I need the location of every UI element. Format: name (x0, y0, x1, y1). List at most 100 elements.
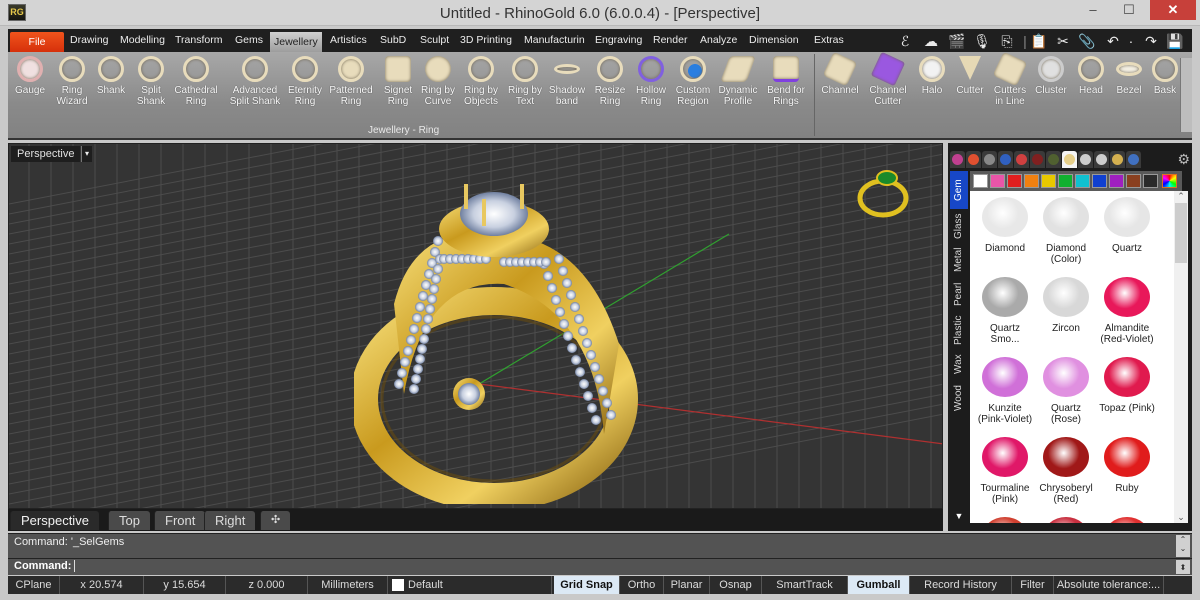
panel-tab[interactable] (982, 151, 997, 168)
panel-tab[interactable] (1062, 151, 1077, 168)
gem-item[interactable]: Quartz (1096, 197, 1158, 254)
ring-by-curve-button[interactable]: Ring by Curve (418, 56, 458, 107)
tab-wax[interactable]: Wax (950, 351, 968, 377)
panel-tab[interactable] (1126, 151, 1141, 168)
toggle-smarttrack[interactable]: SmartTrack (762, 576, 848, 594)
redo-icon[interactable]: ↷ (1142, 32, 1160, 50)
ring-by-objects-button[interactable]: Ring by Objects (461, 56, 501, 107)
cluster-button[interactable]: Cluster (1032, 56, 1070, 96)
ring-wizard-button[interactable]: Ring Wizard (52, 56, 92, 107)
gem-item[interactable]: Ruby (1096, 437, 1158, 494)
menu-analyze[interactable]: Analyze (696, 29, 741, 52)
gauge-button[interactable]: Gauge (10, 56, 50, 96)
menu-dimension[interactable]: Dimension (745, 29, 803, 52)
undo-icon[interactable]: ↶ (1104, 32, 1122, 50)
toggle-gumball[interactable]: Gumball (848, 576, 910, 594)
tab-perspective[interactable]: Perspective (10, 511, 99, 530)
tab-glass[interactable]: Glass (950, 211, 968, 241)
bend-for-rings-button[interactable]: Bend for Rings (764, 56, 808, 107)
cut-icon[interactable]: ✂ (1054, 32, 1072, 50)
advanced-split-shank-button[interactable]: Advanced Split Shank (228, 56, 282, 107)
units-status[interactable]: Millimeters (308, 576, 388, 594)
command-spinner[interactable]: ⬍ (1176, 560, 1190, 574)
panel-tab[interactable] (1094, 151, 1109, 168)
command-line[interactable]: Command: ⬍ (8, 558, 1192, 575)
gem-item[interactable] (974, 517, 1036, 523)
scroll-thumb[interactable] (1175, 203, 1187, 263)
tab-plastic[interactable]: Plastic (950, 313, 968, 347)
channel-button[interactable]: Channel (818, 51, 862, 96)
color-swatch[interactable] (1109, 174, 1124, 188)
color-swatch[interactable] (1024, 174, 1039, 188)
add-viewport-tab-button[interactable]: ✣ (260, 511, 291, 530)
panel-tab[interactable] (1078, 151, 1093, 168)
ribbon-scroll-right[interactable] (1180, 58, 1192, 132)
color-swatch[interactable] (1041, 174, 1056, 188)
color-swatch[interactable] (973, 174, 988, 188)
color-swatch[interactable] (990, 174, 1005, 188)
menu-subd[interactable]: SubD (376, 29, 410, 52)
save-icon[interactable]: 💾 (1166, 32, 1184, 50)
menu-render[interactable]: Render (649, 29, 691, 52)
cutters-in-line-button[interactable]: Cutters in Line (990, 51, 1030, 107)
gear-icon[interactable]: ⚙ (1177, 151, 1190, 168)
layer-status[interactable]: Default (388, 576, 552, 594)
basket-button[interactable]: Bask (1150, 56, 1180, 96)
toggle-osnap[interactable]: Osnap (710, 576, 762, 594)
menu-jewellery[interactable]: Jewellery (270, 32, 322, 52)
menu-modelling[interactable]: Modelling (116, 29, 169, 52)
gem-item[interactable]: Diamond (974, 197, 1036, 254)
menu-gems[interactable]: Gems (231, 29, 267, 52)
shadow-band-button[interactable]: Shadow band (546, 56, 588, 107)
shank-button[interactable]: Shank (92, 56, 130, 96)
custom-region-button[interactable]: Custom Region (672, 56, 714, 107)
ring-model[interactable] (354, 164, 654, 504)
color-swatch[interactable] (1075, 174, 1090, 188)
ring-by-text-button[interactable]: Ring by Text (505, 56, 545, 107)
menu-manufacturing[interactable]: Manufacturin (520, 29, 589, 52)
menu-drawing[interactable]: Drawing (66, 29, 113, 52)
tab-metal[interactable]: Metal (950, 245, 968, 275)
clapperboard-icon[interactable]: 🎬 (948, 32, 966, 50)
signet-ring-button[interactable]: Signet Ring (378, 56, 418, 107)
menu-sculpt[interactable]: Sculpt (416, 29, 453, 52)
side-tabs-scroll-down[interactable]: ▼ (950, 507, 968, 523)
menu-file[interactable]: File (10, 32, 64, 52)
toggle-planar[interactable]: Planar (664, 576, 710, 594)
panel-tab[interactable] (1014, 151, 1029, 168)
tolerance-status[interactable]: Absolute tolerance:... (1054, 576, 1164, 594)
cathedral-ring-button[interactable]: Cathedral Ring (171, 56, 221, 107)
tab-pearl[interactable]: Pearl (950, 279, 968, 309)
channel-cutter-button[interactable]: Channel Cutter (866, 51, 910, 107)
gem-item[interactable]: Tourmaline (Pink) (974, 437, 1036, 505)
head-button[interactable]: Head (1074, 56, 1108, 96)
viewport-menu-dropdown[interactable]: ▾ (81, 146, 92, 162)
gem-item[interactable]: Kunzite (Pink-Violet) (974, 357, 1036, 425)
menu-3d-printing[interactable]: 3D Printing (456, 29, 516, 52)
viewport-title[interactable]: Perspective (11, 146, 81, 162)
cplane-status[interactable]: CPlane (8, 576, 60, 594)
undo-dropdown-icon[interactable]: · (1122, 32, 1140, 50)
eternity-ring-button[interactable]: Eternity Ring (286, 56, 324, 107)
toggle-record-history[interactable]: Record History (910, 576, 1012, 594)
gem-item[interactable]: Diamond (Color) (1035, 197, 1097, 265)
cloud-icon[interactable]: ☁ (922, 32, 940, 50)
color-swatch[interactable] (1143, 174, 1158, 188)
color-swatch[interactable] (1058, 174, 1073, 188)
color-swatch[interactable] (1126, 174, 1141, 188)
menu-transform[interactable]: Transform (171, 29, 226, 52)
toggle-ortho[interactable]: Ortho (620, 576, 664, 594)
toggle-filter[interactable]: Filter (1012, 576, 1054, 594)
tab-front[interactable]: Front (154, 511, 206, 530)
resize-ring-button[interactable]: Resize Ring (590, 56, 630, 107)
scroll-down-arrow[interactable]: ⌄ (1174, 512, 1188, 523)
gem-item[interactable]: Chrysoberyl (Red) (1035, 437, 1097, 505)
gem-item[interactable]: Zircon (1035, 277, 1097, 334)
gem-item[interactable]: Quartz Smo... (974, 277, 1036, 345)
custom-color-swatch[interactable] (1162, 174, 1177, 188)
minimize-button[interactable]: – (1078, 0, 1108, 20)
patterned-ring-button[interactable]: Patterned Ring (328, 56, 374, 107)
panel-tab[interactable] (966, 151, 981, 168)
command-history-scrollbar[interactable]: ⌃ ⌄ (1176, 535, 1190, 557)
perspective-viewport[interactable]: Perspective ▾ (8, 143, 943, 509)
